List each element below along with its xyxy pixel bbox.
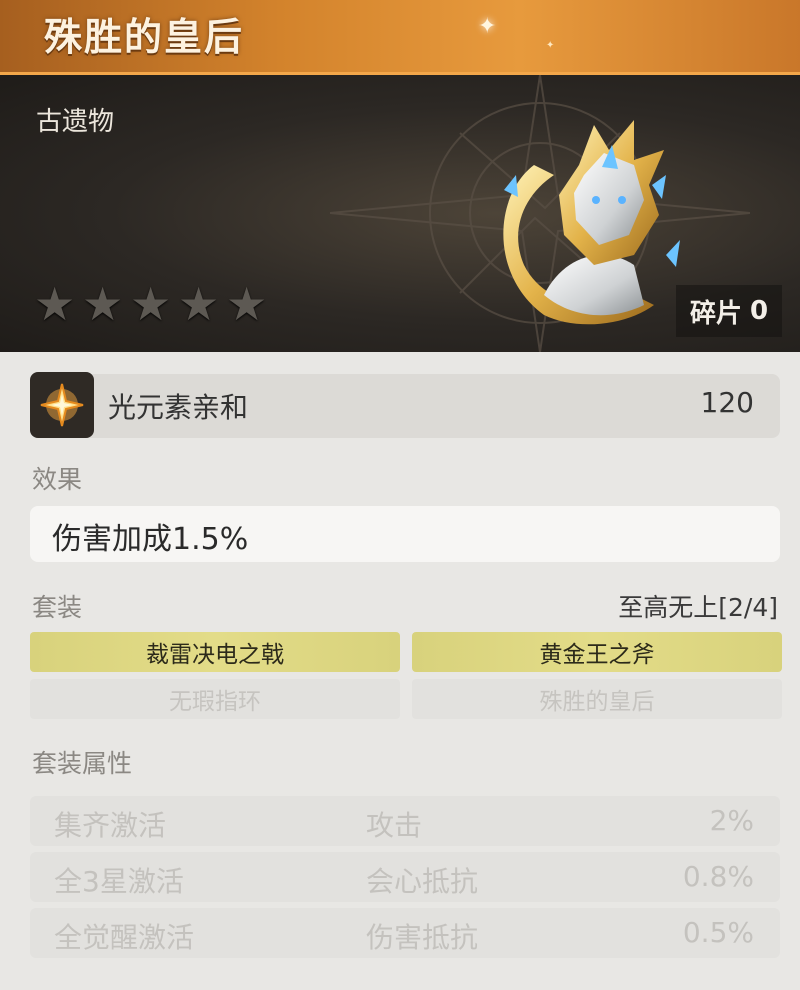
set-bonus-label: 套装属性 <box>32 749 133 778</box>
fragment-value: 0 <box>750 296 769 326</box>
set-bonus-row: 全觉醒激活 伤害抵抗 0.5% <box>30 908 780 958</box>
bonus-condition: 全觉醒激活 <box>54 921 195 954</box>
set-name-progress: 至高无上[2/4] <box>618 593 778 622</box>
artifact-detail-card: ✦ ✦ 殊胜的皇后 古遗物 ★ ★ ★ ★ ★ 碎片 0 光元素亲和 120 效… <box>0 0 800 990</box>
star-empty-icon: ★ <box>130 277 172 331</box>
light-element-icon <box>30 372 94 438</box>
sparkle-icon: ✦ <box>478 14 497 39</box>
lion-crown-artifact-icon <box>503 120 680 325</box>
effect-text: 伤害加成1.5% <box>52 522 249 557</box>
bonus-condition: 全3星激活 <box>54 865 184 898</box>
set-item[interactable]: 裁雷决电之戟 <box>30 632 400 672</box>
fragment-label: 碎片 <box>690 298 743 329</box>
item-hero: 古遗物 ★ ★ ★ ★ ★ 碎片 0 <box>0 75 800 352</box>
star-empty-icon: ★ <box>178 277 220 331</box>
bonus-value: 2% <box>709 804 754 837</box>
bonus-stat: 会心抵抗 <box>366 865 479 898</box>
bonus-value: 0.8% <box>682 860 754 893</box>
bonus-stat: 伤害抵抗 <box>366 921 479 954</box>
item-title: 殊胜的皇后 <box>44 15 245 59</box>
item-category: 古遗物 <box>36 107 115 137</box>
bonus-value: 0.5% <box>682 916 754 949</box>
effect-label: 效果 <box>32 465 83 494</box>
sparkle-icon: ✦ <box>546 40 555 51</box>
set-label: 套装 <box>32 593 83 622</box>
title-bar: ✦ ✦ 殊胜的皇后 <box>0 0 800 75</box>
bonus-condition: 集齐激活 <box>54 809 167 842</box>
star-rating: ★ ★ ★ ★ ★ <box>34 281 272 327</box>
star-empty-icon: ★ <box>34 277 76 331</box>
set-item[interactable]: 殊胜的皇后 <box>412 679 782 719</box>
attribute-value: 120 <box>700 386 754 419</box>
set-bonus-row: 集齐激活 攻击 2% <box>30 796 780 846</box>
set-item[interactable]: 黄金王之斧 <box>412 632 782 672</box>
set-item[interactable]: 无瑕指环 <box>30 679 400 719</box>
attribute-name: 光元素亲和 <box>108 391 249 424</box>
star-empty-icon: ★ <box>226 277 268 331</box>
set-bonus-row: 全3星激活 会心抵抗 0.8% <box>30 852 780 902</box>
star-empty-icon: ★ <box>82 277 124 331</box>
fragment-count: 碎片 0 <box>676 285 783 337</box>
bonus-stat: 攻击 <box>366 809 423 842</box>
